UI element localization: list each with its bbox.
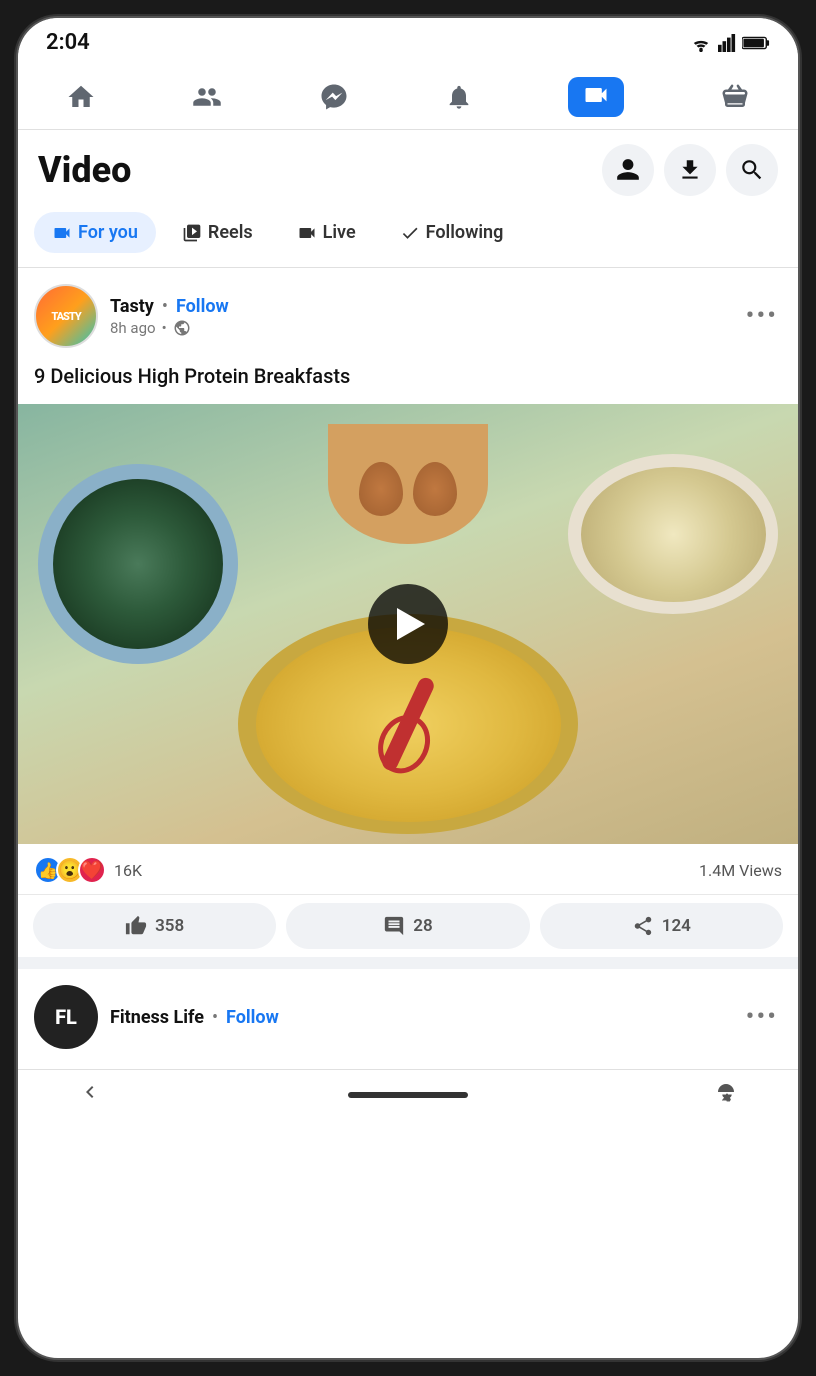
signal-icon xyxy=(718,34,736,52)
nav-video[interactable] xyxy=(550,71,642,123)
post-meta-1: 8h ago • xyxy=(110,319,229,337)
like-count: 358 xyxy=(155,916,184,936)
author-name-2: Fitness Life xyxy=(110,1007,204,1028)
nav-notifications[interactable] xyxy=(427,76,491,118)
reaction-count: 16K xyxy=(114,861,142,880)
bowl-center-top xyxy=(328,424,488,544)
meta-dot: • xyxy=(162,319,167,337)
follow-button-2[interactable]: Follow xyxy=(226,1007,279,1028)
post-header-2: FL Fitness Life • Follow ••• xyxy=(18,969,798,1057)
share-action-button[interactable]: 124 xyxy=(540,903,783,949)
reactions-row-1: 👍 😮 ❤️ 16K 1.4M Views xyxy=(18,844,798,895)
egg-2 xyxy=(413,462,457,516)
nav-home[interactable] xyxy=(48,76,114,118)
bowl-right xyxy=(568,454,778,614)
tab-following[interactable]: Following xyxy=(382,212,522,253)
like-action-button[interactable]: 358 xyxy=(33,903,276,949)
download-button[interactable] xyxy=(664,144,716,196)
post-title-1: 9 Delicious High Protein Breakfasts xyxy=(18,356,798,404)
bowl-right-inner xyxy=(581,467,766,602)
post-card-1: TASTY Tasty • Follow 8h ago • xyxy=(18,268,798,957)
play-button-1[interactable] xyxy=(368,584,448,664)
author-dot-2: • xyxy=(212,1007,218,1028)
nav-marketplace[interactable] xyxy=(702,76,768,118)
share-count: 124 xyxy=(662,916,691,936)
search-button[interactable] xyxy=(726,144,778,196)
battery-icon xyxy=(742,35,770,51)
bottom-bar xyxy=(18,1069,798,1124)
post-author-2: FL Fitness Life • Follow xyxy=(34,985,279,1049)
author-info-1: Tasty • Follow 8h ago • xyxy=(110,296,229,337)
phone-frame: 2:04 xyxy=(18,18,798,1358)
author-avatar-tasty[interactable]: TASTY xyxy=(34,284,98,348)
globe-icon xyxy=(173,319,191,337)
tab-live-label: Live xyxy=(323,222,356,243)
egg-1 xyxy=(359,462,403,516)
home-indicator xyxy=(348,1092,468,1098)
author-avatar-fitness[interactable]: FL xyxy=(34,985,98,1049)
post-time: 8h ago xyxy=(110,319,156,337)
post-header-1: TASTY Tasty • Follow 8h ago • xyxy=(18,268,798,356)
status-icons xyxy=(690,34,770,52)
more-options-button-1[interactable]: ••• xyxy=(742,297,782,335)
page-header: Video xyxy=(18,130,798,206)
action-row-1: 358 28 124 xyxy=(18,895,798,957)
tab-following-label: Following xyxy=(426,222,504,243)
status-time: 2:04 xyxy=(46,30,90,55)
comment-count: 28 xyxy=(413,916,432,936)
header-actions xyxy=(602,144,778,196)
video-thumbnail-1[interactable] xyxy=(18,404,798,844)
bowl-left-inner xyxy=(53,479,223,649)
follow-button-1[interactable]: Follow xyxy=(176,296,229,317)
post-author-1: TASTY Tasty • Follow 8h ago • xyxy=(34,284,229,348)
wifi-icon xyxy=(690,34,712,52)
comment-action-button[interactable]: 28 xyxy=(286,903,529,949)
author-name-row-2: Fitness Life • Follow xyxy=(110,1007,279,1028)
tab-reels[interactable]: Reels xyxy=(164,212,271,253)
whisk xyxy=(380,675,437,772)
tab-reels-label: Reels xyxy=(208,222,253,243)
reaction-heart: ❤️ xyxy=(78,856,106,884)
nav-bar xyxy=(18,63,798,130)
tab-for-you[interactable]: For you xyxy=(34,212,156,253)
author-name-row-1: Tasty • Follow xyxy=(110,296,229,317)
reactions-left: 👍 😮 ❤️ 16K xyxy=(34,856,142,884)
post-card-2: FL Fitness Life • Follow ••• xyxy=(18,969,798,1057)
bowl-left xyxy=(38,464,238,664)
avatar-text: TASTY xyxy=(51,310,80,323)
reaction-emojis: 👍 😮 ❤️ xyxy=(34,856,106,884)
tab-for-you-label: For you xyxy=(78,222,138,243)
author-info-2: Fitness Life • Follow xyxy=(110,1007,279,1028)
filter-tabs: For you Reels Live Following xyxy=(18,206,798,268)
tab-live[interactable]: Live xyxy=(279,212,374,253)
more-options-button-2[interactable]: ••• xyxy=(742,998,782,1036)
author-dot: • xyxy=(162,296,168,317)
status-bar: 2:04 xyxy=(18,18,798,63)
feed: TASTY Tasty • Follow 8h ago • xyxy=(18,268,798,1057)
views-count: 1.4M Views xyxy=(699,861,782,880)
back-button[interactable] xyxy=(78,1080,102,1110)
page-title: Video xyxy=(38,149,131,191)
nav-messenger[interactable] xyxy=(301,76,367,118)
fitness-avatar-text: FL xyxy=(55,1005,77,1029)
author-name: Tasty xyxy=(110,296,154,317)
nav-friends[interactable] xyxy=(173,76,241,118)
rotate-button[interactable] xyxy=(714,1080,738,1110)
profile-button[interactable] xyxy=(602,144,654,196)
